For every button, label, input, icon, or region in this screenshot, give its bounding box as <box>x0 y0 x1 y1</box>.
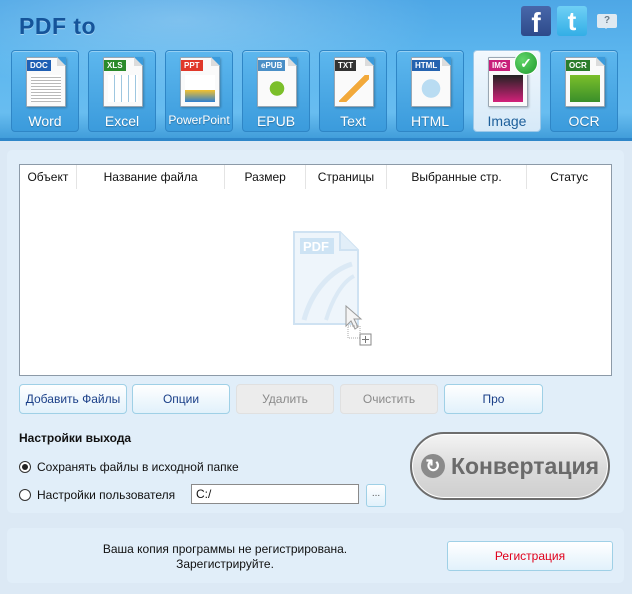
register-button[interactable]: Регистрация <box>447 541 613 571</box>
help-icon[interactable]: ? <box>597 14 617 29</box>
pdf-tag: PDF <box>303 239 329 254</box>
format-tag: HTML <box>412 60 441 71</box>
about-button[interactable]: Про <box>444 384 543 414</box>
format-button-text[interactable]: TXT Text <box>319 50 387 132</box>
twitter-icon[interactable]: t <box>557 6 587 36</box>
radio-button[interactable] <box>19 489 31 501</box>
format-preview-art <box>31 75 61 102</box>
registration-message: Ваша копия программы не регистрирована. … <box>60 542 390 572</box>
delete-button[interactable]: Удалить <box>236 384 334 414</box>
column-header-size[interactable]: Размер <box>225 165 307 189</box>
add-files-button[interactable]: Добавить Файлы <box>19 384 127 414</box>
format-tag: PPT <box>181 60 203 71</box>
radio-button-checked[interactable] <box>19 461 31 473</box>
radio-save-source-folder[interactable]: Сохранять файлы в исходной папке <box>19 460 239 474</box>
format-tag: XLS <box>104 60 126 71</box>
drop-files-hint[interactable]: PDF <box>292 230 372 350</box>
options-button[interactable]: Опции <box>132 384 230 414</box>
ocr-file-icon: OCR <box>565 57 605 107</box>
clear-button[interactable]: Очистить <box>340 384 438 414</box>
column-header-filename[interactable]: Название файла <box>77 165 226 189</box>
convert-label: Конвертация <box>450 452 600 479</box>
refresh-icon: ↻ <box>420 454 445 478</box>
format-label: Excel <box>104 113 140 129</box>
format-label: EPUB <box>256 113 296 129</box>
format-preview-art <box>339 75 369 102</box>
column-header-status[interactable]: Статус <box>527 165 611 189</box>
output-settings-title: Настройки выхода <box>19 431 132 445</box>
radio-label-custom: Настройки пользователя <box>37 488 176 502</box>
radio-custom-folder[interactable]: Настройки пользователя <box>19 488 175 502</box>
excel-file-icon: XLS <box>103 57 143 107</box>
format-button-word[interactable]: DOC Word <box>11 50 79 132</box>
epub-file-icon: ePUB <box>257 57 297 107</box>
format-button-epub[interactable]: ePUB EPUB <box>242 50 310 132</box>
format-preview-art <box>185 75 215 102</box>
powerpoint-file-icon: PPT <box>180 57 220 107</box>
format-label: Image <box>487 113 527 129</box>
text-file-icon: TXT <box>334 57 374 107</box>
header: PDF to f t ? DOC Word XLS Excel PPT PowerPoin… <box>0 0 632 141</box>
html-file-icon: HTML <box>411 57 451 107</box>
registration-line-1: Ваша копия программы не регистрирована. <box>102 542 348 556</box>
format-tag: OCR <box>566 60 590 71</box>
pdf-drop-icon: PDF <box>293 231 372 346</box>
format-preview-art <box>570 75 600 102</box>
format-preview-art <box>416 75 446 102</box>
selected-check-icon: ✓ <box>514 51 538 75</box>
format-label: HTML <box>410 113 450 129</box>
format-button-image[interactable]: IMG ✓ Image <box>473 50 541 132</box>
format-button-ocr[interactable]: OCR OCR <box>550 50 618 132</box>
format-button-powerpoint[interactable]: PPT PowerPoint <box>165 50 233 132</box>
column-header-object[interactable]: Объект <box>20 165 77 189</box>
format-tag: DOC <box>27 60 51 71</box>
output-path-input[interactable]: C:/ <box>191 484 359 504</box>
radio-label-source: Сохранять файлы в исходной папке <box>37 460 239 474</box>
table-header: Объект Название файла Размер Страницы Вы… <box>20 165 611 189</box>
format-label: OCR <box>568 113 600 129</box>
format-preview-art <box>262 75 292 102</box>
format-preview-art <box>493 75 523 102</box>
convert-button[interactable]: ↻ Конвертация <box>410 432 610 500</box>
column-header-selected-pages[interactable]: Выбранные стр. <box>387 165 528 189</box>
format-tag: ePUB <box>258 60 286 71</box>
format-preview-art <box>108 75 138 102</box>
format-button-excel[interactable]: XLS Excel <box>88 50 156 132</box>
format-tag: IMG <box>489 60 511 71</box>
word-file-icon: DOC <box>26 57 66 107</box>
format-label: PowerPoint <box>168 113 230 127</box>
app-title: PDF to <box>19 13 97 39</box>
format-button-html[interactable]: HTML HTML <box>396 50 464 132</box>
format-tag: TXT <box>335 60 357 71</box>
column-header-pages[interactable]: Страницы <box>306 165 387 189</box>
facebook-icon[interactable]: f <box>521 6 551 38</box>
format-label: Word <box>28 113 62 129</box>
registration-line-2: Зарегистрируйте. <box>176 557 274 571</box>
format-label: Text <box>340 113 366 129</box>
browse-button[interactable]: ... <box>366 484 386 507</box>
